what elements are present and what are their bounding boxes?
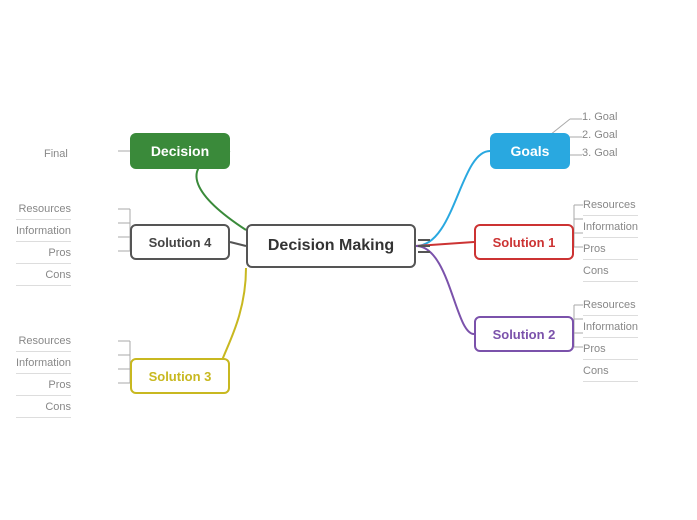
sol4-pros: Pros: [16, 244, 71, 264]
sol2-resources: Resources: [583, 296, 638, 316]
solution4-branches: Resources Information Pros Cons: [16, 200, 71, 288]
sol3-information: Information: [16, 354, 71, 374]
sol3-cons: Cons: [16, 398, 71, 418]
decision-label: Decision: [151, 143, 209, 159]
central-label: Decision Making: [268, 237, 394, 255]
sol2-information: Information: [583, 318, 638, 338]
solution1-node[interactable]: Solution 1: [474, 224, 574, 260]
solution2-branches: Resources Information Pros Cons: [583, 296, 638, 384]
goal-item-1: 1. Goal: [582, 108, 617, 126]
solution3-branches: Resources Information Pros Cons: [16, 332, 71, 420]
sol1-cons: Cons: [583, 262, 638, 282]
goal-item-2: 2. Goal: [582, 126, 617, 144]
sol3-pros: Pros: [16, 376, 71, 396]
goals-list: 1. Goal 2. Goal 3. Goal: [582, 108, 617, 162]
goals-label: Goals: [511, 143, 550, 159]
sol2-pros: Pros: [583, 340, 638, 360]
hamburger-icon: [418, 239, 430, 253]
solution4-label: Solution 4: [149, 235, 212, 250]
solution4-node[interactable]: Solution 4: [130, 224, 230, 260]
sol1-information: Information: [583, 218, 638, 238]
sol4-information: Information: [16, 222, 71, 242]
sol4-cons: Cons: [16, 266, 71, 286]
goals-node[interactable]: Goals: [490, 133, 570, 169]
sol2-cons: Cons: [583, 362, 638, 382]
solution2-node[interactable]: Solution 2: [474, 316, 574, 352]
sol1-pros: Pros: [583, 240, 638, 260]
decision-branch-label: Final: [44, 148, 68, 160]
goal-item-3: 3. Goal: [582, 144, 617, 162]
solution1-label: Solution 1: [493, 235, 556, 250]
solution3-node[interactable]: Solution 3: [130, 358, 230, 394]
central-node: Decision Making: [246, 224, 416, 268]
decision-node[interactable]: Decision: [130, 133, 230, 169]
sol4-resources: Resources: [16, 200, 71, 220]
solution1-branches: Resources Information Pros Cons: [583, 196, 638, 284]
solution2-label: Solution 2: [493, 327, 556, 342]
sol1-resources: Resources: [583, 196, 638, 216]
sol3-resources: Resources: [16, 332, 71, 352]
solution3-label: Solution 3: [149, 369, 212, 384]
